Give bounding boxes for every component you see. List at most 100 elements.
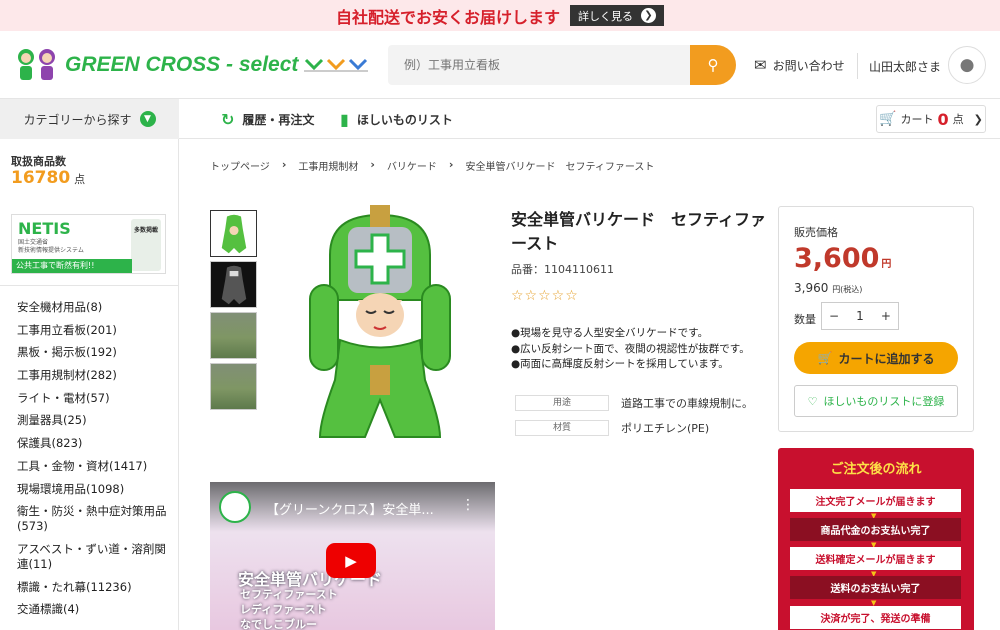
price-value: 3,600 円 <box>794 243 892 274</box>
video-title: 【グリーンクロス】安全単... <box>266 503 434 518</box>
price-label: 販売価格 <box>794 226 838 239</box>
thumbnail-image[interactable] <box>210 210 257 257</box>
category-item[interactable]: 交通標識(4) <box>17 602 172 617</box>
thumbnail-image[interactable] <box>210 261 257 308</box>
user-icon: ● <box>959 55 975 75</box>
mascot-logo-icon <box>18 49 55 80</box>
header-divider <box>857 53 858 79</box>
spec-key: 材質 <box>515 420 609 436</box>
price-with-tax: 3,960 円(税込) <box>794 281 863 295</box>
category-item[interactable]: 安全機材用品(8) <box>17 300 172 315</box>
description-line: ●広い反射シート面で、夜間の視認性が抜群です。 <box>511 342 750 355</box>
spec-row: 用途 道路工事での車線規制に。 <box>515 395 765 411</box>
history-link[interactable]: ↻ 履歴・再注文 <box>221 99 314 139</box>
channel-logo <box>219 491 251 523</box>
plus-icon[interactable]: + <box>881 309 891 323</box>
category-item[interactable]: 工事用規制材(282) <box>17 368 172 383</box>
decorative-arrows-icon <box>304 58 369 72</box>
heart-icon: ♡ <box>807 394 818 408</box>
flow-step: 送料確定メールが届きます <box>790 547 961 570</box>
netis-machine-image: 多数掲載 <box>131 219 161 271</box>
sidebar-divider <box>0 285 179 286</box>
search-bar: ⚲ <box>388 45 736 85</box>
category-item[interactable]: 黒板・掲示板(192) <box>17 345 172 360</box>
category-item[interactable]: 標識・たれ幕(11236) <box>17 580 172 595</box>
mail-icon: ✉ <box>754 56 767 74</box>
chevron-right-icon: ❯ <box>641 8 656 23</box>
spec-row: 材質 ポリエチレン(PE) <box>515 420 765 436</box>
quantity-value[interactable]: 1 <box>856 309 864 323</box>
video-subtitle: レディファースト <box>240 603 327 616</box>
flow-step: 送料のお支払い完了 <box>790 576 961 599</box>
spec-table: 用途 道路工事での車線規制に。 材質 ポリエチレン(PE) <box>515 395 765 445</box>
banner-details-button[interactable]: 詳しく見る ❯ <box>570 5 664 26</box>
video-subtitle: セフティファースト <box>240 588 338 601</box>
flow-step: 決済が完了、発送の準備 <box>790 606 961 629</box>
add-to-cart-button[interactable]: 🛒 カートに追加する <box>794 342 958 374</box>
breadcrumb: トップページ › 工事用規制材 › バリケード › 安全単管バリケード セフティファー… <box>210 158 654 173</box>
cart-unit: 点 <box>952 113 964 126</box>
description-line: ●現場を見守る人型安全バリケードです。 <box>511 327 709 339</box>
category-menu-button[interactable]: カテゴリーから探す ▼ <box>0 99 179 139</box>
product-description: ●現場を見守る人型安全バリケードです。 ●広い反射シート面で、夜間の視認性が抜群… <box>511 326 750 373</box>
bookmark-icon: ▮ <box>340 109 349 129</box>
sidebar: 取扱商品数 16780 点 NETIS 国土交通省 新技術情報提供システム 多数掲載… <box>0 139 179 630</box>
netis-banner[interactable]: NETIS 国土交通省 新技術情報提供システム 多数掲載 公共工事で断然有利!! <box>11 214 166 274</box>
price-box: 販売価格 3,600 円 3,960 円(税込) 数量 − 1 + 🛒 カートに追… <box>778 206 974 432</box>
contact-link[interactable]: ✉ お問い合わせ <box>754 56 845 74</box>
chevron-right-icon: ❯ <box>973 112 983 126</box>
thumbnail-image[interactable] <box>210 312 257 359</box>
add-to-wishlist-button[interactable]: ♡ ほしいものリストに登録 <box>794 385 958 417</box>
site-logo[interactable]: GREEN CROSS - select <box>15 48 369 82</box>
cart-label: カート <box>900 113 934 126</box>
category-item[interactable]: 工具・金物・資材(1417) <box>17 459 172 474</box>
category-item[interactable]: 保護具(823) <box>17 436 172 451</box>
play-button[interactable]: ▶ <box>326 543 376 578</box>
promo-banner: 自社配送でお安くお届けします 詳しく見る ❯ <box>0 0 1000 31</box>
netis-subtitle: 国土交通省 新技術情報提供システム <box>18 239 84 254</box>
rating-stars: ☆☆☆☆☆ <box>511 288 579 304</box>
chevron-down-icon: ▼ <box>139 111 156 127</box>
category-item[interactable]: 測量器具(25) <box>17 413 172 428</box>
thumbnail-image[interactable] <box>210 363 257 410</box>
thumbnail-list <box>210 210 257 414</box>
cart-button[interactable]: 🛒 カート 0 点 ❯ <box>876 105 986 133</box>
minus-icon[interactable]: − <box>829 309 839 323</box>
quantity-stepper: − 1 + <box>821 302 899 330</box>
product-video[interactable]: 【グリーンクロス】安全単... ⋮ 安全単管バリケード セフティファースト レデ… <box>210 482 495 630</box>
flow-step: 商品代金のお支払い完了 <box>790 518 961 541</box>
category-item[interactable]: アスベスト・ずい道・溶剤関連(11) <box>17 542 172 572</box>
nav-bar: カテゴリーから探す ▼ ↻ 履歴・再注文 ▮ ほしいものリスト 🛒 カート 0 … <box>0 99 1000 139</box>
category-label: カテゴリーから探す <box>23 112 132 127</box>
product-count-label: 取扱商品数 <box>11 155 66 168</box>
order-flow-title: ご注文後の流れ <box>830 462 922 477</box>
description-line: ●両面に高輝度反射シートを採用しています。 <box>511 358 729 370</box>
banner-text: 自社配送でお安くお届けします <box>335 7 560 27</box>
chevron-right-icon: › <box>281 158 287 171</box>
netis-title: NETIS <box>18 219 71 238</box>
category-item[interactable]: 衛生・防災・熱中症対策用品(573) <box>17 504 172 534</box>
category-item[interactable]: 工事用立看板(201) <box>17 323 172 338</box>
video-subtitle: なでしこブルー <box>240 618 317 630</box>
site-header: GREEN CROSS - select ⚲ ✉ お問い合わせ 山田太郎さま ● <box>0 31 1000 99</box>
chevron-right-icon: › <box>370 158 375 171</box>
breadcrumb-item[interactable]: バリケード <box>387 158 437 173</box>
cart-count: 0 <box>937 109 949 129</box>
search-input[interactable] <box>388 45 690 85</box>
quantity-label: 数量 <box>794 313 816 326</box>
category-item[interactable]: 現場環境用品(1098) <box>17 482 172 497</box>
avatar[interactable]: ● <box>948 46 986 84</box>
more-options-icon[interactable]: ⋮ <box>461 497 475 513</box>
add-to-cart-label: カートに追加する <box>838 351 935 366</box>
user-name[interactable]: 山田太郎さま <box>869 58 941 75</box>
search-button[interactable]: ⚲ <box>690 45 736 85</box>
search-icon: ⚲ <box>707 57 719 74</box>
breadcrumb-current: 安全単管バリケード セフティファースト <box>465 162 655 173</box>
category-item[interactable]: ライト・電材(57) <box>17 391 172 406</box>
breadcrumb-item[interactable]: 工事用規制材 <box>298 158 358 173</box>
product-code: 品番：1104110611 <box>511 263 614 276</box>
wishlist-link[interactable]: ▮ ほしいものリスト <box>340 99 453 139</box>
product-count: 16780 点 <box>11 168 86 188</box>
breadcrumb-item[interactable]: トップページ <box>210 158 270 173</box>
play-icon: ▶ <box>345 551 357 570</box>
